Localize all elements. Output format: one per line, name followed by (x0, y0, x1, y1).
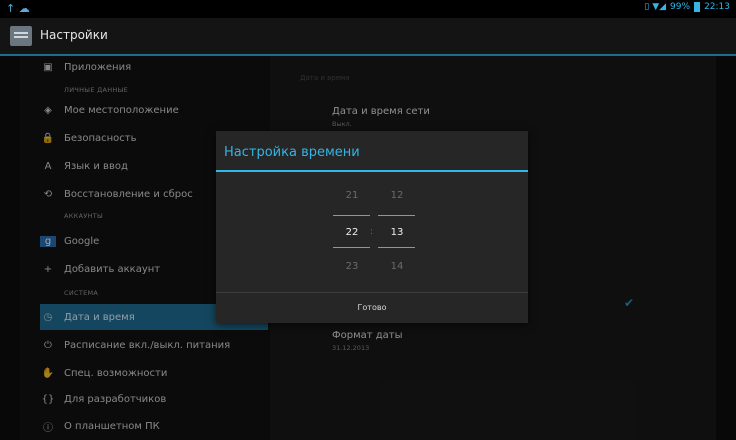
done-button[interactable]: Готово (216, 293, 528, 323)
settings-app-icon[interactable] (10, 26, 32, 46)
status-indicators: ▯ ▼◢ 99% 22:13 (644, 2, 730, 12)
hour-highlight-top (333, 215, 370, 216)
minute-selected[interactable]: 13 (379, 227, 415, 238)
minute-next[interactable]: 14 (379, 261, 415, 272)
hour-prev[interactable]: 21 (334, 190, 370, 201)
status-bar: ↑ ☁ ▯ ▼◢ 99% 22:13 (0, 0, 736, 18)
time-picker-dialog: Настройка времени 21 22 23 : 12 13 14 Го… (216, 131, 528, 323)
time-separator: : (370, 227, 374, 237)
clock: 22:13 (704, 2, 730, 12)
action-bar: Настройки (0, 18, 736, 56)
minute-prev[interactable]: 12 (379, 190, 415, 201)
hour-highlight-bottom (333, 247, 370, 248)
minute-highlight-bottom (378, 247, 415, 248)
page-title: Настройки (40, 28, 108, 42)
notification-icons: ↑ ☁ (6, 2, 30, 15)
hour-next[interactable]: 23 (334, 261, 370, 272)
dialog-title: Настройка времени (224, 145, 360, 160)
battery-percent: 99% (670, 2, 691, 12)
battery-icon (694, 2, 701, 12)
signal-icon: ▯ ▼◢ (644, 2, 667, 12)
dialog-title-divider (216, 170, 528, 172)
minute-highlight-top (378, 215, 415, 216)
hour-selected[interactable]: 22 (334, 227, 370, 238)
